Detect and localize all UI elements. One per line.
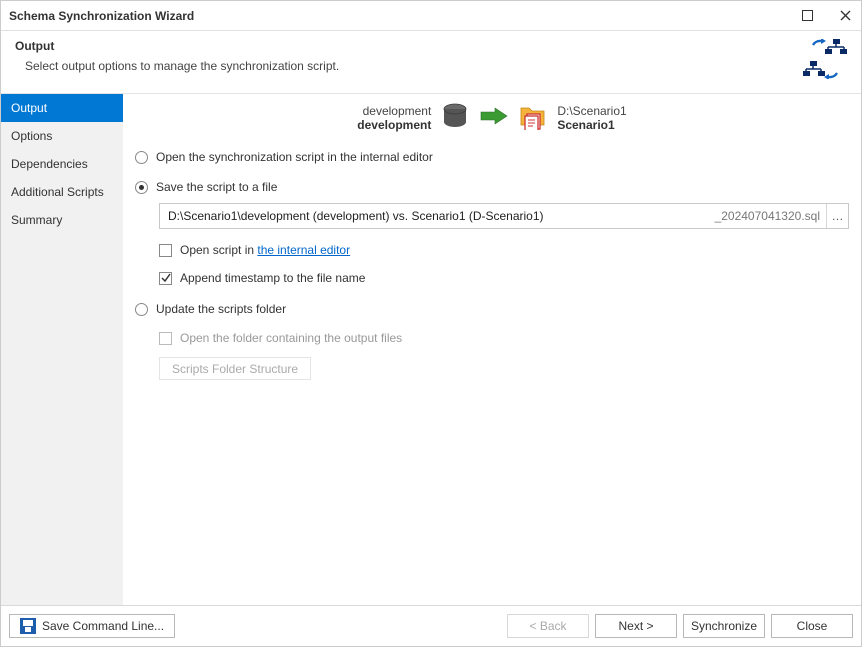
- scripts-folder-btn-wrap: Scripts Folder Structure: [159, 357, 849, 380]
- radio-open-editor[interactable]: Open the synchronization script in the i…: [135, 143, 849, 171]
- browse-button[interactable]: …: [826, 204, 848, 228]
- sidebar-item-additional-scripts[interactable]: Additional Scripts: [1, 178, 123, 206]
- button-label: Save Command Line...: [42, 619, 164, 633]
- header-text: Output Select output options to manage t…: [15, 39, 803, 73]
- close-button[interactable]: [837, 8, 853, 24]
- check-open-script[interactable]: Open script in the internal editor: [159, 237, 849, 263]
- check-label: Open script in the internal editor: [180, 243, 350, 257]
- source-path: development: [357, 104, 431, 118]
- sidebar-item-output[interactable]: Output: [1, 94, 123, 122]
- button-label: Close: [797, 619, 828, 633]
- destination-name: Scenario1: [557, 118, 626, 132]
- radio-icon: [135, 303, 148, 316]
- save-icon: [20, 618, 36, 634]
- destination-info: D:\Scenario1 Scenario1: [557, 104, 626, 132]
- check-label: Append timestamp to the file name: [180, 271, 365, 285]
- checkbox-icon: [159, 244, 172, 257]
- source-name: development: [357, 118, 431, 132]
- wizard-window: Schema Synchronization Wizard Output Sel…: [0, 0, 862, 647]
- radio-update-folder[interactable]: Update the scripts folder: [135, 295, 849, 323]
- window-title: Schema Synchronization Wizard: [9, 9, 799, 23]
- radio-icon: [135, 181, 148, 194]
- arrow-right-icon: [479, 106, 509, 129]
- sidebar-label: Summary: [11, 213, 62, 227]
- header-title: Output: [15, 39, 803, 53]
- sidebar-item-dependencies[interactable]: Dependencies: [1, 150, 123, 178]
- checkbox-icon: [159, 272, 172, 285]
- scripts-folder-structure-button: Scripts Folder Structure: [159, 357, 311, 380]
- sidebar-item-options[interactable]: Options: [1, 122, 123, 150]
- open-script-prefix: Open script in: [180, 243, 257, 257]
- update-folder-options: Open the folder containing the output fi…: [159, 325, 849, 380]
- check-append-timestamp[interactable]: Append timestamp to the file name: [159, 265, 849, 291]
- check-open-folder: Open the folder containing the output fi…: [159, 325, 849, 351]
- sidebar-label: Options: [11, 129, 52, 143]
- sidebar-label: Dependencies: [11, 157, 88, 171]
- database-icon: [441, 102, 469, 133]
- window-buttons: [799, 8, 853, 24]
- wizard-footer: Save Command Line... < Back Next > Synch…: [1, 606, 861, 646]
- source-info: development development: [357, 104, 431, 132]
- back-button: < Back: [507, 614, 589, 638]
- sidebar-item-summary[interactable]: Summary: [1, 206, 123, 234]
- maximize-button[interactable]: [799, 8, 815, 24]
- file-path-row: _202407041320.sql …: [159, 203, 849, 229]
- titlebar: Schema Synchronization Wizard: [1, 1, 861, 31]
- checkbox-icon: [159, 332, 172, 345]
- destination-path: D:\Scenario1: [557, 104, 626, 118]
- button-label: Next >: [618, 619, 653, 633]
- save-file-options: _202407041320.sql … Open script in the i…: [159, 203, 849, 291]
- content-pane: development development: [123, 94, 861, 605]
- close-footer-button[interactable]: Close: [771, 614, 853, 638]
- radio-save-file[interactable]: Save the script to a file: [135, 173, 849, 201]
- header-description: Select output options to manage the sync…: [15, 59, 803, 73]
- file-path-input[interactable]: [160, 204, 709, 228]
- radio-label: Update the scripts folder: [156, 302, 286, 316]
- check-label: Open the folder containing the output fi…: [180, 331, 402, 345]
- wizard-body: Output Options Dependencies Additional S…: [1, 94, 861, 606]
- button-label: Synchronize: [691, 619, 757, 633]
- sidebar: Output Options Dependencies Additional S…: [1, 94, 123, 605]
- source-destination-row: development development: [135, 102, 849, 133]
- sidebar-label: Output: [11, 101, 47, 115]
- file-suffix: _202407041320.sql: [709, 204, 826, 228]
- radio-label: Open the synchronization script in the i…: [156, 150, 433, 164]
- scripts-folder-icon: [519, 102, 547, 133]
- sync-schema-icon: [803, 39, 847, 79]
- sidebar-label: Additional Scripts: [11, 185, 104, 199]
- button-label: < Back: [529, 619, 566, 633]
- wizard-header: Output Select output options to manage t…: [1, 31, 861, 94]
- synchronize-button[interactable]: Synchronize: [683, 614, 765, 638]
- save-command-line-button[interactable]: Save Command Line...: [9, 614, 175, 638]
- radio-icon: [135, 151, 148, 164]
- next-button[interactable]: Next >: [595, 614, 677, 638]
- radio-label: Save the script to a file: [156, 180, 277, 194]
- internal-editor-link[interactable]: the internal editor: [257, 243, 350, 257]
